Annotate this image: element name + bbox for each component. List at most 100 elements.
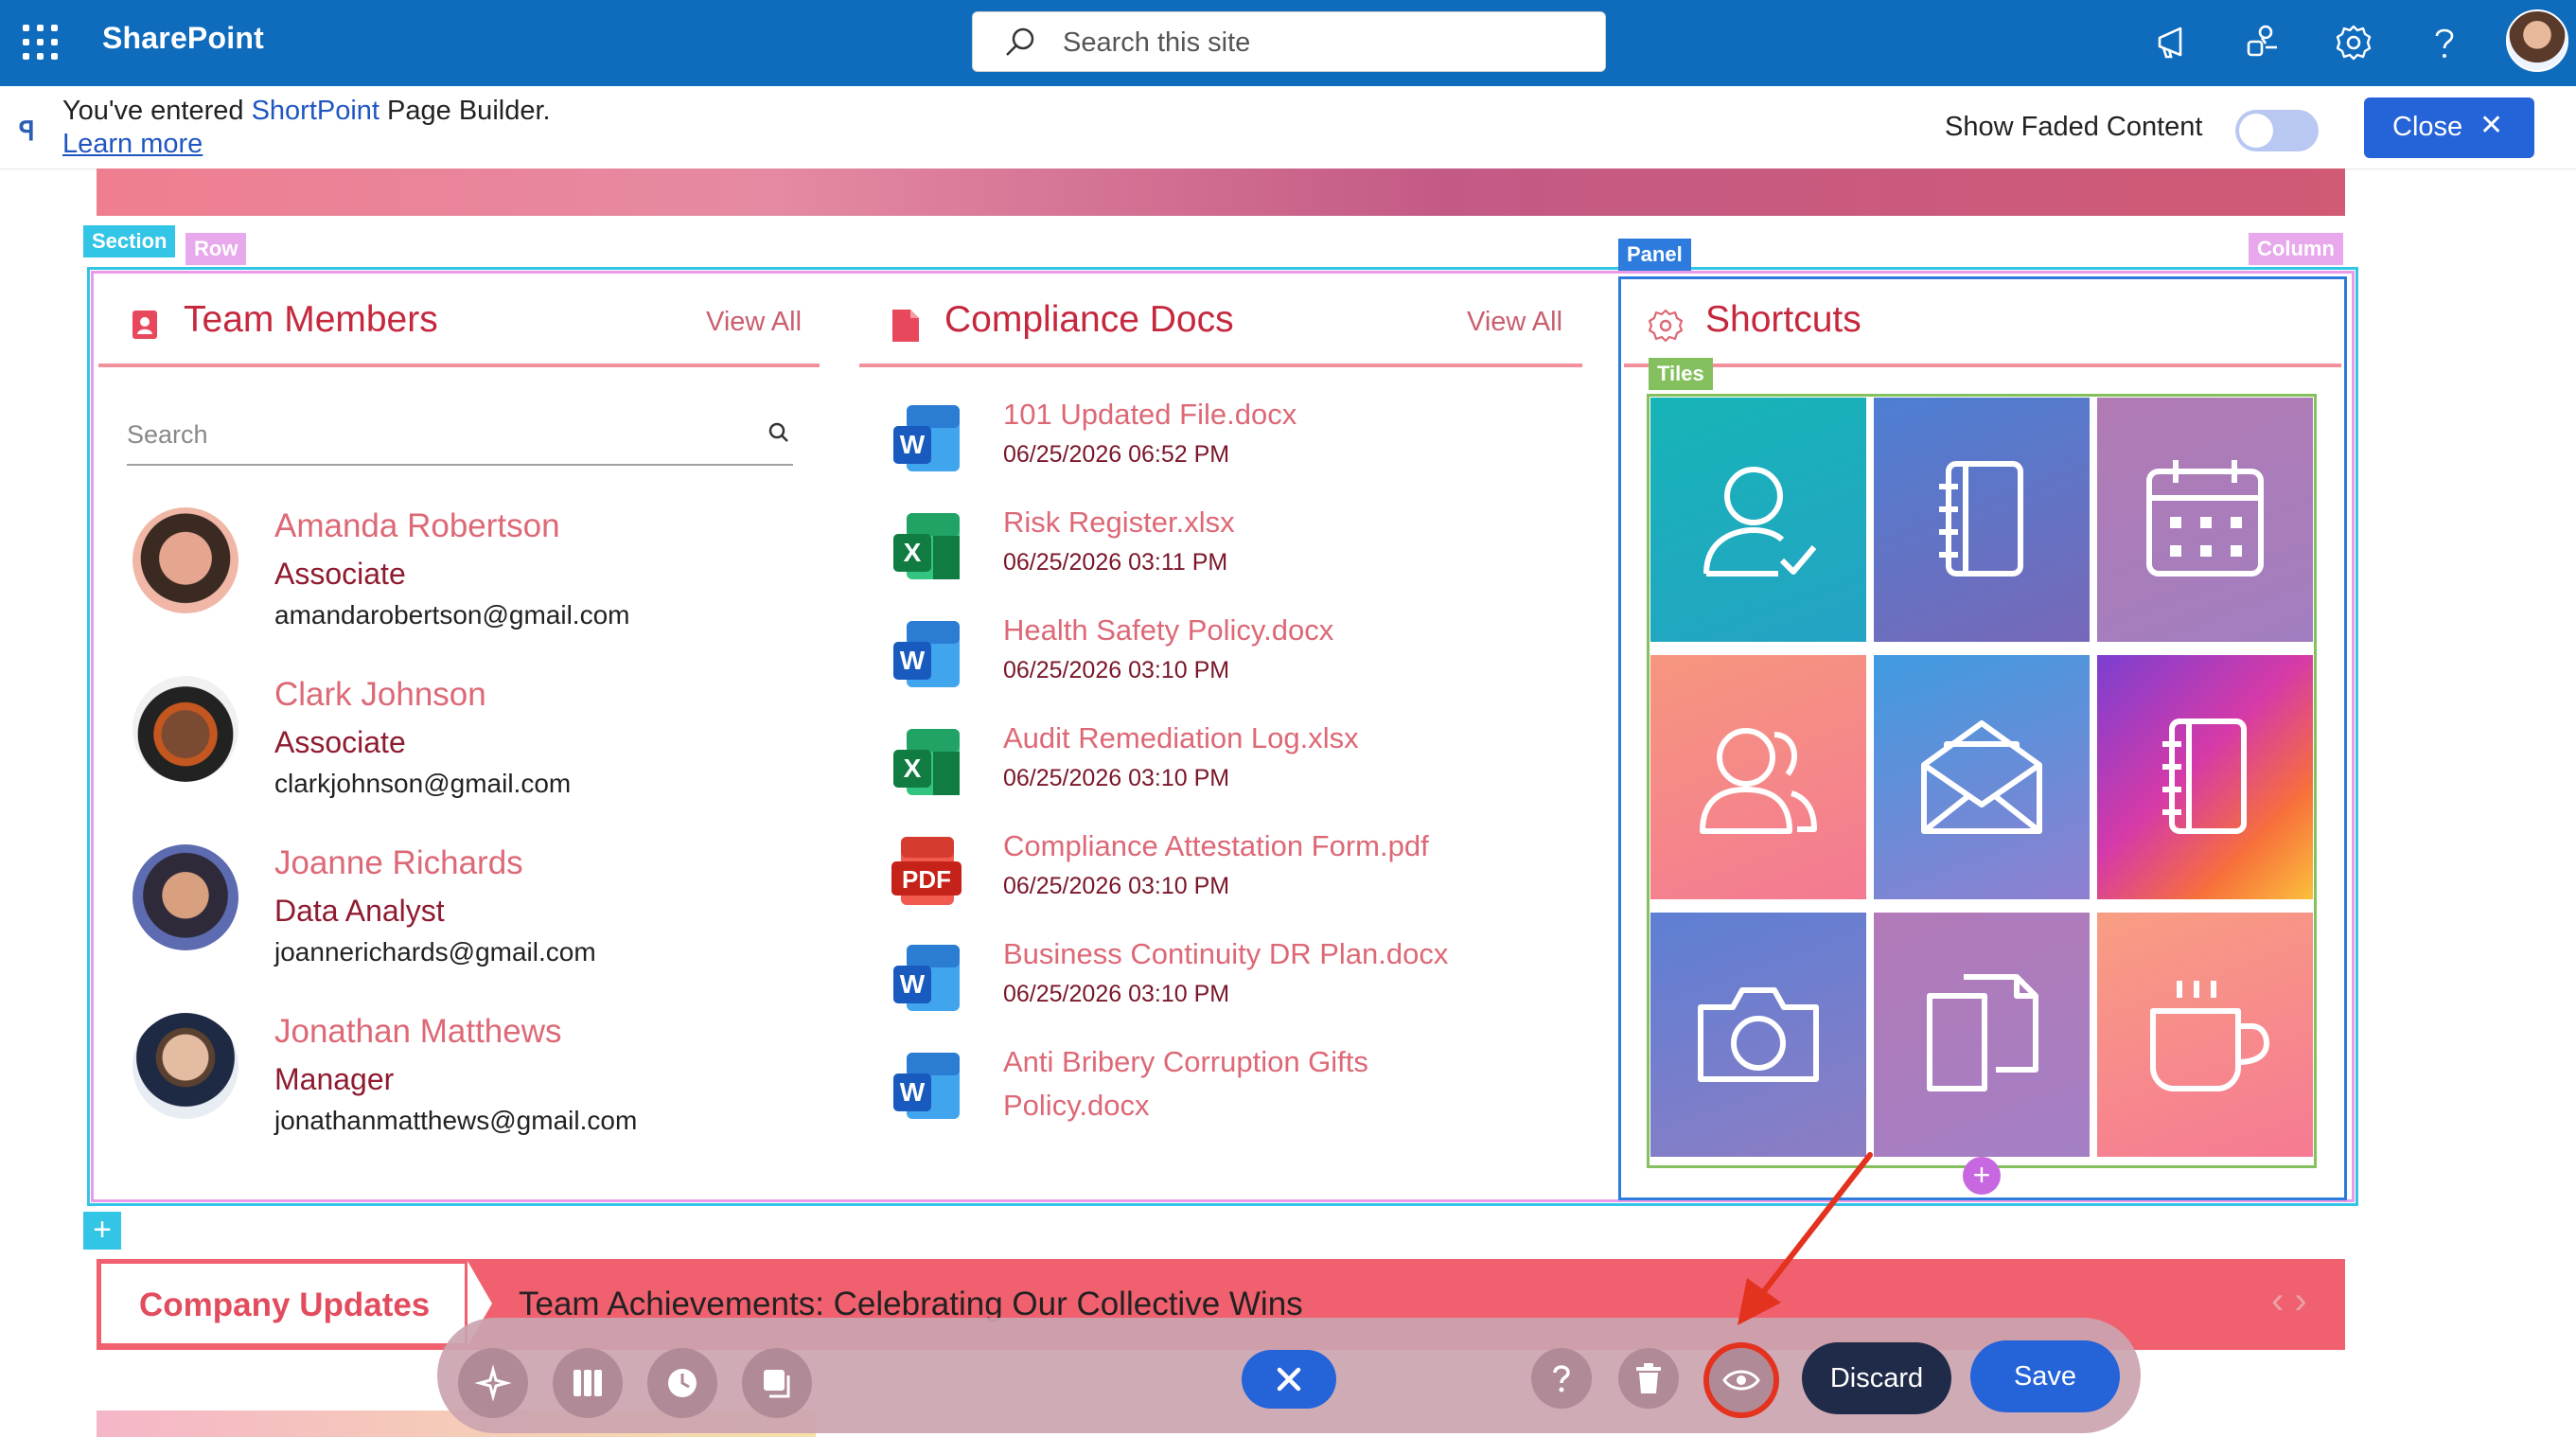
ticker-nav-arrows-icon[interactable]: ‹ › [2271, 1280, 2307, 1322]
show-faded-toggle[interactable] [2235, 110, 2319, 151]
document-date: 06/25/2026 06:52 PM [1003, 441, 1230, 468]
document-name-continued[interactable]: Policy.docx [1003, 1089, 1150, 1123]
member-email: amandarobertson@gmail.com [274, 600, 630, 630]
row-tag[interactable]: Row [185, 233, 247, 265]
document-icon [892, 310, 919, 342]
contact-card-icon [132, 310, 157, 339]
document-name[interactable]: Anti Bribery Corruption Gifts [1003, 1045, 1368, 1079]
compliance-docs-view-all[interactable]: View All [1467, 307, 1562, 338]
panel-tag[interactable]: Panel [1618, 239, 1691, 271]
save-button[interactable]: Save [1970, 1340, 2120, 1412]
pdf-file-icon: PDF [891, 837, 962, 905]
member-role: Data Analyst [274, 894, 445, 928]
search-icon [1006, 27, 1034, 56]
app-launcher-icon[interactable] [23, 25, 61, 62]
shortcut-tile[interactable] [1650, 398, 1866, 642]
document-item[interactable]: W 101 Updated File.docx 06/25/2026 06:52… [890, 398, 1552, 502]
exit-button[interactable] [1242, 1350, 1336, 1409]
delete-button[interactable] [1618, 1348, 1679, 1409]
team-member-card[interactable]: Amanda Robertson Associate amandaroberts… [127, 507, 808, 668]
column-tag[interactable]: Column [2249, 233, 2343, 265]
close-icon [1277, 1367, 1301, 1392]
copy-icon [764, 1370, 790, 1398]
document-name[interactable]: Audit Remediation Log.xlsx [1003, 721, 1359, 755]
tiles-tag[interactable]: Tiles [1649, 358, 1713, 390]
document-name[interactable]: Health Safety Policy.docx [1003, 613, 1333, 648]
member-name[interactable]: Clark Johnson [274, 676, 486, 714]
user-avatar[interactable] [2506, 9, 2568, 72]
copy-button[interactable] [742, 1348, 812, 1418]
document-name[interactable]: 101 Updated File.docx [1003, 398, 1297, 432]
member-email: joannerichards@gmail.com [274, 937, 596, 967]
document-date: 06/25/2026 03:10 PM [1003, 765, 1230, 791]
team-member-card[interactable]: Joanne Richards Data Analyst joannericha… [127, 844, 808, 1005]
section-tag[interactable]: Section [83, 225, 176, 257]
megaphone-icon[interactable] [2152, 21, 2196, 64]
document-name[interactable]: Compliance Attestation Form.pdf [1003, 829, 1429, 863]
word-letter: W [900, 430, 926, 459]
document-date: 06/25/2026 03:11 PM [1003, 549, 1228, 576]
columns-button[interactable] [553, 1348, 623, 1418]
document-name[interactable]: Risk Register.xlsx [1003, 506, 1235, 540]
word-letter: W [900, 646, 926, 675]
member-avatar [132, 676, 238, 782]
member-name[interactable]: Joanne Richards [274, 844, 523, 882]
shortcut-tile[interactable] [2097, 398, 2313, 642]
word-letter: W [900, 1077, 926, 1107]
word-file-icon: W [893, 945, 960, 1011]
notebook-icon [1939, 461, 2023, 577]
help-button[interactable] [1531, 1348, 1592, 1409]
learn-more-link[interactable]: Learn more [62, 129, 203, 160]
columns-icon [573, 1370, 602, 1396]
document-item[interactable]: X Audit Remediation Log.xlsx 06/25/2026 … [890, 721, 1552, 825]
add-tile-button[interactable]: + [1963, 1157, 2001, 1195]
document-item[interactable]: W Business Continuity DR Plan.docx 06/25… [890, 937, 1552, 1041]
notice-prefix: You've entered [62, 96, 252, 126]
excel-file-icon: X [893, 513, 960, 579]
network-icon[interactable] [2241, 21, 2285, 64]
users-icon [1700, 728, 1817, 834]
member-role: Associate [274, 557, 406, 591]
excel-file-icon: X [893, 729, 960, 795]
gear-icon[interactable] [2332, 21, 2375, 64]
search-placeholder: Search this site [1063, 27, 1251, 58]
member-avatar [132, 507, 238, 613]
member-name[interactable]: Amanda Robertson [274, 507, 560, 545]
help-icon[interactable] [2423, 21, 2466, 64]
document-item[interactable]: W Anti Bribery Corruption Gifts Policy.d… [890, 1045, 1552, 1149]
search-box[interactable]: Search this site [972, 11, 1606, 72]
team-members-view-all[interactable]: View All [706, 307, 802, 338]
document-item[interactable]: W Health Safety Policy.docx 06/25/2026 0… [890, 613, 1552, 718]
shortcut-tile[interactable] [2097, 913, 2313, 1157]
shortcut-tile[interactable] [1874, 655, 2090, 899]
member-email: jonathanmatthews@gmail.com [274, 1106, 638, 1135]
question-icon [1553, 1365, 1570, 1393]
document-name[interactable]: Business Continuity DR Plan.docx [1003, 937, 1448, 971]
close-builder-button[interactable]: Close ✕ [2364, 98, 2534, 158]
document-item[interactable]: PDF Compliance Attestation Form.pdf 06/2… [890, 829, 1552, 933]
ai-sparkle-button[interactable] [458, 1348, 528, 1418]
calendar-icon [2146, 460, 2264, 577]
search-icon[interactable] [767, 420, 791, 445]
member-name[interactable]: Jonathan Matthews [274, 1013, 562, 1051]
history-button[interactable] [647, 1348, 717, 1418]
annotation-arrow-icon [1738, 1152, 1873, 1325]
shortcut-tile[interactable] [1650, 913, 1866, 1157]
excel-letter: X [904, 538, 922, 567]
add-section-button[interactable]: + [83, 1212, 121, 1250]
shortcut-tile[interactable] [1650, 655, 1866, 899]
discard-button[interactable]: Discard [1802, 1342, 1951, 1414]
document-date: 06/25/2026 03:10 PM [1003, 873, 1230, 899]
team-member-card[interactable]: Jonathan Matthews Manager jonathanmatthe… [127, 1013, 808, 1174]
member-avatar [132, 844, 238, 950]
word-file-icon: W [893, 405, 960, 471]
shortcut-tile[interactable] [2097, 655, 2313, 899]
shortcut-tile[interactable] [1874, 398, 2090, 642]
document-item[interactable]: X Risk Register.xlsx 06/25/2026 03:11 PM [890, 506, 1552, 610]
shortcut-tile[interactable] [1874, 913, 2090, 1157]
team-search-input[interactable]: Search [127, 407, 793, 466]
word-file-icon: W [893, 621, 960, 687]
team-member-card[interactable]: Clark Johnson Associate clarkjohnson@gma… [127, 676, 808, 837]
app-title[interactable]: SharePoint [102, 21, 264, 56]
notebook-icon [2162, 718, 2247, 834]
